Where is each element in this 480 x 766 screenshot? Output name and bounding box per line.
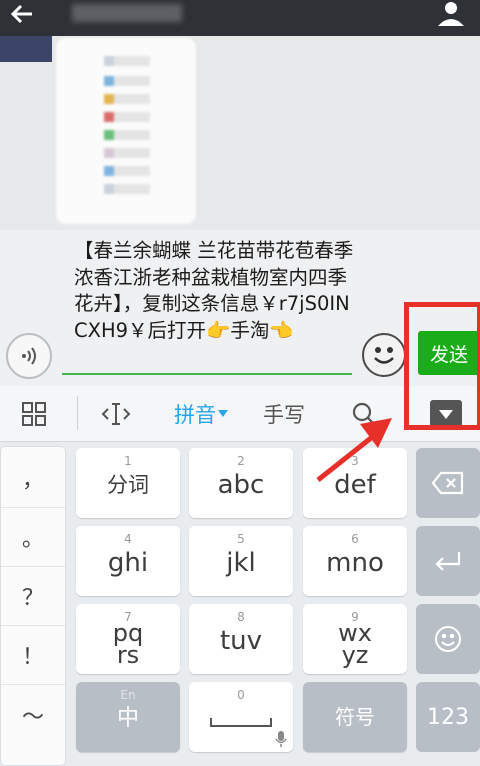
- tab-handwrite-label: 手写: [263, 403, 305, 427]
- input-bar: 【春兰余蝴蝶 兰花苗带花苞春季浓香江浙老种盆栽植物室内四季花卉】，复制这条信息￥…: [0, 230, 480, 386]
- search-icon[interactable]: [344, 386, 384, 442]
- blurred-line: [104, 166, 150, 176]
- key-label: abc: [217, 470, 265, 500]
- message-bubble[interactable]: [56, 38, 196, 224]
- keyboard-toolbar: 拼音 手写: [0, 386, 480, 442]
- language-toggle-key[interactable]: En 中: [76, 682, 180, 752]
- tab-pinyin[interactable]: 拼音: [166, 386, 236, 442]
- blurred-line: [104, 130, 150, 140]
- person-icon[interactable]: [434, 0, 468, 28]
- lang-secondary: En: [120, 688, 136, 702]
- key-number: 6: [351, 532, 359, 546]
- key-5[interactable]: 5 jkl: [189, 526, 293, 596]
- key-4[interactable]: 4 ghi: [76, 526, 180, 596]
- blurred-line: [104, 148, 150, 158]
- space-key[interactable]: 0: [189, 682, 293, 752]
- key-number: 3: [351, 454, 359, 468]
- key-number: 0: [237, 688, 245, 702]
- space-icon: [210, 718, 272, 727]
- key-3[interactable]: 3 def: [303, 448, 407, 518]
- chevron-down-icon: [218, 410, 228, 417]
- enter-icon[interactable]: [416, 526, 480, 596]
- avatar[interactable]: [0, 36, 52, 62]
- symbol-column: ， 。 ？ ！ ～: [0, 446, 66, 766]
- tab-pinyin-label: 拼音: [174, 403, 216, 427]
- key-9[interactable]: 9 wxyz: [303, 604, 407, 674]
- key-label: ghi: [107, 548, 149, 578]
- microphone-icon: [275, 731, 287, 747]
- send-button[interactable]: 发送: [418, 331, 480, 375]
- key-6[interactable]: 6 mno: [303, 526, 407, 596]
- lang-primary: 中: [116, 706, 139, 731]
- input-underline: [62, 373, 352, 375]
- key-1[interactable]: 1 分词: [76, 448, 180, 518]
- key-number: 8: [237, 610, 245, 624]
- key-2[interactable]: 2 abc: [189, 448, 293, 518]
- symbol-key[interactable]: 符号: [303, 682, 407, 752]
- toolbar-divider: [77, 396, 78, 430]
- message-input[interactable]: 【春兰余蝴蝶 兰花苗带花苞春季浓香江浙老种盆栽植物室内四季花卉】，复制这条信息￥…: [74, 238, 358, 344]
- blurred-line: [104, 184, 150, 194]
- key-label: pqrs: [112, 619, 144, 669]
- symbol-key-label: 符号: [335, 705, 375, 729]
- symbol-key-comma[interactable]: ，: [1, 449, 65, 508]
- blurred-line: [104, 56, 150, 66]
- keyboard-collapse-icon[interactable]: [430, 400, 462, 428]
- symbol-key-exclaim[interactable]: ！: [1, 626, 65, 685]
- cursor-move-icon[interactable]: [92, 386, 140, 442]
- key-label: mno: [326, 548, 384, 578]
- symbol-key-question[interactable]: ？: [1, 567, 65, 626]
- backspace-icon[interactable]: [416, 448, 480, 518]
- voice-icon[interactable]: [6, 333, 52, 379]
- key-label: 分词: [107, 473, 149, 497]
- blurred-line: [104, 76, 150, 86]
- grid-icon[interactable]: [10, 386, 58, 442]
- number-key[interactable]: 123: [416, 682, 480, 752]
- chat-area: [0, 36, 480, 230]
- key-label: jkl: [226, 548, 256, 578]
- key-number: 1: [124, 454, 132, 468]
- key-number: 4: [124, 532, 132, 546]
- key-label: wxyz: [338, 619, 372, 669]
- emoji-icon[interactable]: [362, 333, 406, 377]
- key-number: 2: [237, 454, 245, 468]
- key-label: def: [334, 470, 376, 500]
- chat-title: [72, 4, 182, 22]
- key-number: 5: [237, 532, 245, 546]
- key-8[interactable]: 8 tuv: [189, 604, 293, 674]
- top-bar: [0, 0, 480, 36]
- smiley-icon[interactable]: [416, 604, 480, 674]
- key-7[interactable]: 7 pqrs: [76, 604, 180, 674]
- tab-handwrite[interactable]: 手写: [254, 386, 314, 442]
- key-label: tuv: [219, 626, 263, 656]
- blurred-line: [104, 112, 150, 122]
- symbol-key-tilde[interactable]: ～: [1, 685, 65, 744]
- keyboard: ， 。 ？ ！ ～ 1 分词 2 abc 3 def 4 ghi 5 jkl 6…: [0, 442, 480, 766]
- arrow-left-icon[interactable]: [6, 0, 40, 28]
- blurred-line: [104, 94, 150, 104]
- symbol-key-period[interactable]: 。: [1, 508, 65, 567]
